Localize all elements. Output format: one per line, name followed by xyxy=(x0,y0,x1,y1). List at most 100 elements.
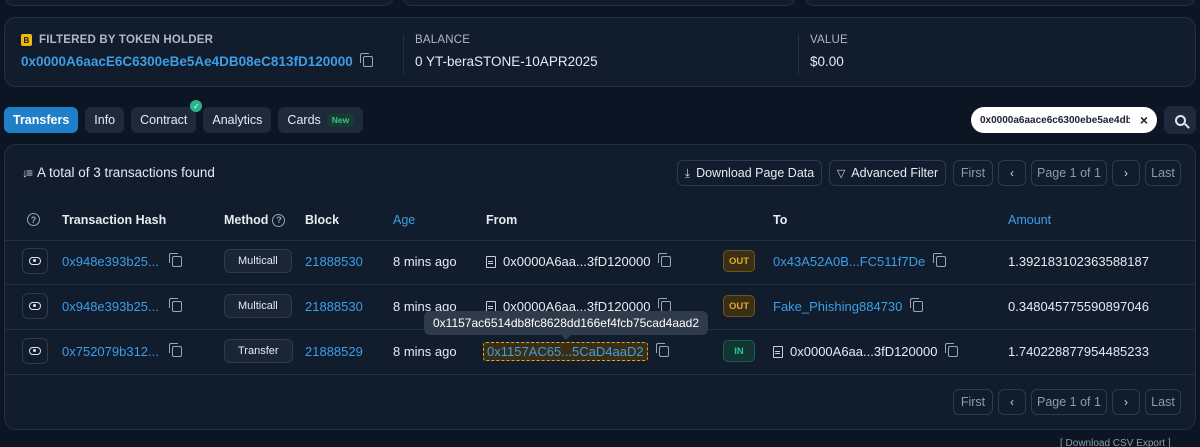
advanced-filter-button[interactable]: ▽ Advanced Filter xyxy=(829,160,946,186)
address-filter-pill[interactable]: 0x0000a6aace6c6300ebe5ae4db08ec813fd1200… xyxy=(971,107,1157,133)
contract-icon xyxy=(773,345,783,358)
tab-info[interactable]: Info xyxy=(85,107,125,133)
value-amount: $0.00 xyxy=(810,54,844,69)
row-1-hash[interactable]: 0x948e393b25... xyxy=(62,254,159,269)
chevron-right-icon: › xyxy=(1124,166,1128,180)
table-row: 0x948e393b25... xyxy=(62,298,182,314)
col-block: Block xyxy=(305,213,340,227)
address-tooltip: 0x1157ac6514db8fc8628dd166ef4fcb75cad4aa… xyxy=(424,311,709,340)
copy-icon[interactable] xyxy=(945,343,959,357)
table-row: 0x948e393b25... xyxy=(62,253,182,269)
total-count: ↓≡ A total of 3 transactions found xyxy=(22,165,215,180)
row-1-age: 8 mins ago xyxy=(393,254,457,269)
tab-cards[interactable]: Cards New xyxy=(278,107,364,133)
copy-icon[interactable] xyxy=(168,253,182,267)
row-3-age: 8 mins ago xyxy=(393,344,457,359)
bottom-last-page-button[interactable]: Last xyxy=(1145,389,1181,415)
tab-contract[interactable]: Contract ✓ xyxy=(131,100,203,133)
row-1-view[interactable] xyxy=(22,248,48,274)
token-icon: B xyxy=(21,34,32,46)
row-3-hash[interactable]: 0x752079b312... xyxy=(62,344,159,359)
row-3-to: 0x0000A6aa...3fD120000 xyxy=(773,343,959,359)
value-column: VALUE $0.00 xyxy=(810,34,848,69)
row-3-view[interactable] xyxy=(22,338,48,364)
row-3-block[interactable]: 21888529 xyxy=(305,344,363,359)
col-to: To xyxy=(773,213,788,227)
tab-bar: Transfers Info Contract ✓ Analytics Cards… xyxy=(4,100,364,133)
row-2-method: Multicall xyxy=(224,294,292,318)
tab-transfers[interactable]: Transfers xyxy=(4,107,79,133)
row-2-direction: OUT xyxy=(723,295,755,317)
holder-address-link[interactable]: 0x0000A6aacE6C6300eBe5Ae4DB08eC813fD1200… xyxy=(21,54,353,69)
first-page-button[interactable]: First xyxy=(953,160,993,186)
row-1-method: Multicall xyxy=(224,249,292,273)
prev-page-button[interactable]: ‹ xyxy=(998,160,1026,186)
eye-icon[interactable] xyxy=(22,248,48,274)
download-page-data-button[interactable]: ⤓ Download Page Data xyxy=(677,160,822,186)
bottom-next-page-button[interactable]: › xyxy=(1112,389,1140,415)
col-age[interactable]: Age xyxy=(393,213,415,227)
bottom-first-page-button[interactable]: First xyxy=(953,389,993,415)
page-indicator: Page 1 of 1 xyxy=(1031,160,1107,186)
filter-address: 0x0000a6aace6c6300ebe5ae4db08ec813fd1200… xyxy=(980,114,1130,126)
transfers-table-card: ↓≡ A total of 3 transactions found ⤓ Dow… xyxy=(4,144,1196,430)
row-3-amount: 1.740228877954485233 xyxy=(1008,344,1149,359)
row-1-direction: OUT xyxy=(723,250,755,272)
top-strip xyxy=(0,0,1200,10)
row-3-from: 0x1157AC65...5CaD4aaD2 xyxy=(483,342,669,361)
chevron-right-icon: › xyxy=(1124,395,1128,409)
holder-column: B FILTERED BY TOKEN HOLDER 0x0000A6aacE6… xyxy=(21,34,373,69)
row-1-to: 0x43A52A0B...FC511f7De xyxy=(773,253,947,269)
bottom-prev-page-button[interactable]: ‹ xyxy=(998,389,1026,415)
bottom-page-indicator: Page 1 of 1 xyxy=(1031,389,1107,415)
download-icon: ⤓ xyxy=(684,165,691,180)
search-icon xyxy=(1174,114,1186,126)
row-1-from: 0x0000A6aa...3fD120000 xyxy=(486,253,672,269)
row-2-amount: 0.348045775590897046 xyxy=(1008,299,1149,314)
row-2-block[interactable]: 21888530 xyxy=(305,299,363,314)
new-badge: New xyxy=(326,113,355,127)
balance-column: BALANCE 0 YT-beraSTONE-10APR2025 xyxy=(415,34,598,69)
next-page-button[interactable]: › xyxy=(1112,160,1140,186)
value-label: VALUE xyxy=(810,34,848,46)
copy-icon[interactable] xyxy=(910,298,924,312)
row-3-direction: IN xyxy=(723,340,755,362)
eye-icon[interactable] xyxy=(22,293,48,319)
token-holder-summary: B FILTERED BY TOKEN HOLDER 0x0000A6aacE6… xyxy=(4,17,1196,87)
info-column-header: ? xyxy=(27,213,40,226)
copy-icon[interactable] xyxy=(933,253,947,267)
copy-icon[interactable] xyxy=(658,253,672,267)
contract-icon xyxy=(486,255,496,268)
copy-icon[interactable] xyxy=(655,343,669,357)
table-row: 0x752079b312... xyxy=(62,343,182,359)
help-icon[interactable]: ? xyxy=(272,213,286,227)
row-3-method: Transfer xyxy=(224,339,293,363)
row-1-amount: 1.392183102363588187 xyxy=(1008,254,1149,269)
row-1-block[interactable]: 21888530 xyxy=(305,254,363,269)
col-transaction-hash: Transaction Hash xyxy=(62,213,167,227)
col-method: Method? xyxy=(224,213,286,227)
row-2-to: Fake_Phishing884730 xyxy=(773,298,924,314)
help-icon: ? xyxy=(27,213,40,226)
copy-icon[interactable] xyxy=(168,298,182,312)
row-2-view[interactable] xyxy=(22,293,48,319)
chevron-left-icon: ‹ xyxy=(1010,395,1014,409)
chevron-left-icon: ‹ xyxy=(1010,166,1014,180)
copy-icon[interactable] xyxy=(168,343,182,357)
col-from: From xyxy=(486,213,518,227)
eye-icon[interactable] xyxy=(22,338,48,364)
last-page-button[interactable]: Last xyxy=(1145,160,1181,186)
filter-icon: ▽ xyxy=(836,167,846,180)
verified-check-icon: ✓ xyxy=(190,100,203,112)
col-amount[interactable]: Amount xyxy=(1008,213,1051,227)
csv-export-link[interactable]: [ Download CSV Export ] xyxy=(1060,438,1171,447)
tab-analytics[interactable]: Analytics xyxy=(203,107,272,133)
clear-filter-icon[interactable]: × xyxy=(1134,110,1154,130)
sort-icon: ↓≡ xyxy=(22,165,33,180)
search-button[interactable] xyxy=(1164,106,1196,134)
balance-label: BALANCE xyxy=(415,34,471,46)
copy-icon[interactable] xyxy=(359,53,373,67)
holder-label: FILTERED BY TOKEN HOLDER xyxy=(39,34,214,46)
row-2-hash[interactable]: 0x948e393b25... xyxy=(62,299,159,314)
balance-value: 0 YT-beraSTONE-10APR2025 xyxy=(415,54,598,69)
